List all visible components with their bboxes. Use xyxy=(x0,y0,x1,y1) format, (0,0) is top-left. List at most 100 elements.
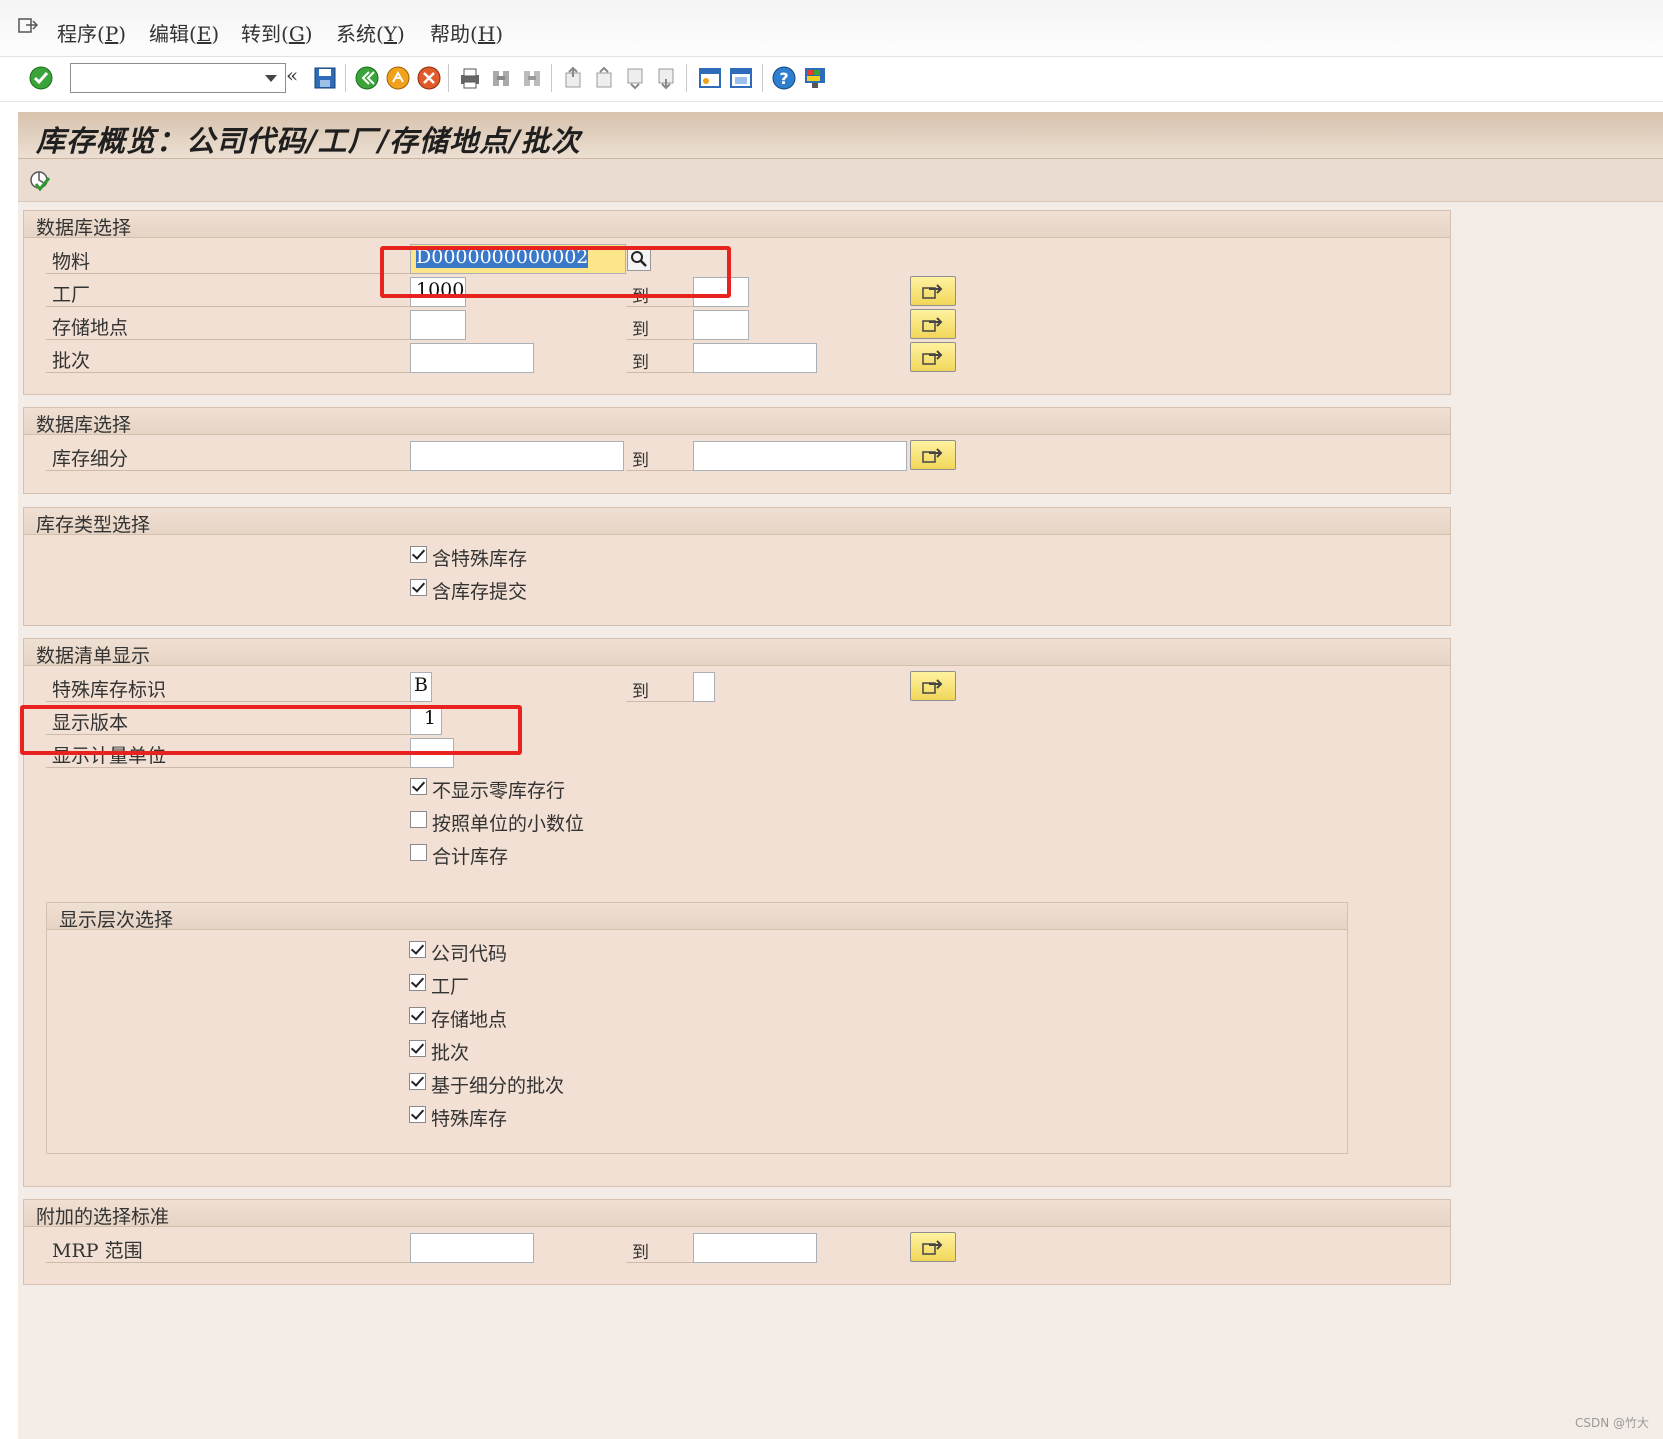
page-title: 库存概览：公司代码/工厂/存储地点/批次 xyxy=(36,124,581,158)
group-title: 显示层次选择 xyxy=(59,909,174,931)
group-header: 数据库选择 xyxy=(24,408,1450,436)
storage-location-to-input[interactable] xyxy=(693,310,749,340)
group-header: 附加的选择标准 xyxy=(24,1200,1450,1228)
checkbox-label: 含特殊库存 xyxy=(432,548,528,570)
menu-help[interactable]: 帮助(H) xyxy=(430,18,503,47)
title-bar: 库存概览：公司代码/工厂/存储地点/批次 xyxy=(18,112,1663,159)
first-page-icon[interactable] xyxy=(560,65,586,91)
stock-breakdown-to-input[interactable] xyxy=(693,441,907,471)
row-storage-location: 存储地点 xyxy=(46,311,416,340)
to-label: 到 xyxy=(626,311,694,340)
mrp-area-input[interactable] xyxy=(410,1233,534,1263)
group-title: 库存类型选择 xyxy=(36,514,151,536)
to-label: 到 xyxy=(626,442,694,471)
checkbox-label: 含库存提交 xyxy=(432,581,528,603)
multiple-selection-arrow-icon xyxy=(922,350,943,365)
checkbox-label: 特殊库存 xyxy=(431,1108,508,1130)
group-additional-criteria: 附加的选择标准 MRP 范围 到 xyxy=(23,1199,1451,1285)
stock-breakdown-input[interactable] xyxy=(410,441,624,471)
checkbox-unchecked-icon[interactable] xyxy=(410,844,427,861)
special-stock-indicator-input[interactable]: B xyxy=(410,672,432,702)
checkbox-label: 工厂 xyxy=(431,976,470,998)
menu-program[interactable]: 程序(P) xyxy=(57,18,126,47)
menu-exit-icon[interactable] xyxy=(18,18,38,34)
checkbox-checked-icon[interactable] xyxy=(409,1040,426,1057)
previous-page-icon[interactable] xyxy=(591,65,617,91)
special-stock-indicator-label: 特殊库存标识 xyxy=(52,679,167,701)
enter-check-icon[interactable] xyxy=(28,65,54,91)
batch-input[interactable] xyxy=(410,343,534,373)
checkbox-checked-icon[interactable] xyxy=(410,579,427,596)
menu-edit[interactable]: 编辑(E) xyxy=(149,18,219,47)
checkbox-unchecked-icon[interactable] xyxy=(410,811,427,828)
to-label: 到 xyxy=(626,344,694,373)
multiple-selection-arrow-icon xyxy=(922,317,943,332)
group-title: 数据清单显示 xyxy=(36,645,151,667)
menu-bar: 程序(P) 编辑(E) 转到(G) 系统(Y) 帮助(H) xyxy=(0,0,1663,57)
batch-label: 批次 xyxy=(52,350,91,372)
batch-to-input[interactable] xyxy=(693,343,817,373)
group-database-selection: 数据库选择 物料 D0000000000002 工厂 1000 到 存储地点 到… xyxy=(23,210,1451,395)
mrp-area-multiple-selection-button[interactable] xyxy=(910,1232,956,1262)
watermark: CSDN @竹大 xyxy=(1574,1416,1649,1430)
row-plant: 工厂 xyxy=(46,278,416,307)
shortcut-icon[interactable] xyxy=(728,65,754,91)
special-stock-indicator-to-input[interactable] xyxy=(693,672,715,702)
group-title: 数据库选择 xyxy=(36,414,132,436)
checkbox-label: 按照单位的小数位 xyxy=(432,813,585,835)
to-label: 到 xyxy=(626,1234,694,1263)
main-screen: 库存概览：公司代码/工厂/存储地点/批次 数据库选择 物料 D000000000… xyxy=(18,112,1663,1439)
multiple-selection-arrow-icon xyxy=(922,448,943,463)
group-title: 附加的选择标准 xyxy=(36,1206,170,1228)
row-mrp-area: MRP 范围 xyxy=(46,1234,416,1263)
checkbox-checked-icon[interactable] xyxy=(410,546,427,563)
customize-layout-icon[interactable] xyxy=(802,65,828,91)
checkbox-label: 批次 xyxy=(431,1042,470,1064)
group-header: 显示层次选择 xyxy=(47,903,1347,931)
storage-location-input[interactable] xyxy=(410,310,466,340)
checkbox-label: 合计库存 xyxy=(432,846,509,868)
collapse-toolbar-icon[interactable]: « xyxy=(286,63,298,87)
create-session-icon[interactable] xyxy=(697,65,723,91)
next-page-icon[interactable] xyxy=(622,65,648,91)
checkbox-checked-icon[interactable] xyxy=(409,941,426,958)
checkbox-checked-icon[interactable] xyxy=(409,1106,426,1123)
batch-multiple-selection-button[interactable] xyxy=(910,342,956,372)
highlight-box-material xyxy=(380,246,731,298)
storage-location-label: 存储地点 xyxy=(52,317,129,339)
multiple-selection-arrow-icon xyxy=(922,284,943,299)
back-icon[interactable] xyxy=(354,65,380,91)
cancel-icon[interactable] xyxy=(416,65,442,91)
find-icon[interactable] xyxy=(488,65,514,91)
checkbox-label: 存储地点 xyxy=(431,1009,508,1031)
storage-location-multiple-selection-button[interactable] xyxy=(910,309,956,339)
plant-multiple-selection-button[interactable] xyxy=(910,276,956,306)
print-icon[interactable] xyxy=(457,65,483,91)
group-header: 库存类型选择 xyxy=(24,508,1450,536)
stock-breakdown-label: 库存细分 xyxy=(52,448,129,470)
group-hierarchy-selection: 显示层次选择 公司代码 工厂 存储地点 批次 基于细分的批次 特殊库存 xyxy=(46,902,1348,1154)
row-special-stock-indicator: 特殊库存标识 xyxy=(46,673,416,702)
find-next-icon[interactable] xyxy=(519,65,545,91)
stock-breakdown-multiple-selection-button[interactable] xyxy=(910,440,956,470)
checkbox-checked-icon[interactable] xyxy=(409,1073,426,1090)
last-page-icon[interactable] xyxy=(653,65,679,91)
save-icon[interactable] xyxy=(312,65,338,91)
row-material: 物料 xyxy=(46,245,416,274)
checkbox-checked-icon[interactable] xyxy=(409,1007,426,1024)
menu-goto[interactable]: 转到(G) xyxy=(241,18,313,47)
chevron-down-icon[interactable] xyxy=(265,75,277,82)
special-stock-multiple-selection-button[interactable] xyxy=(910,671,956,701)
multiple-selection-arrow-icon xyxy=(922,679,943,694)
command-field[interactable] xyxy=(70,63,286,93)
checkbox-label: 基于细分的批次 xyxy=(431,1075,565,1097)
execute-icon[interactable] xyxy=(28,169,52,193)
row-batch: 批次 xyxy=(46,344,416,373)
menu-system[interactable]: 系统(Y) xyxy=(336,18,405,47)
exit-icon[interactable] xyxy=(385,65,411,91)
mrp-area-to-input[interactable] xyxy=(693,1233,817,1263)
checkbox-checked-icon[interactable] xyxy=(410,778,427,795)
row-stock-breakdown: 库存细分 xyxy=(46,442,416,471)
help-icon[interactable]: ? xyxy=(771,65,797,91)
checkbox-checked-icon[interactable] xyxy=(409,974,426,991)
